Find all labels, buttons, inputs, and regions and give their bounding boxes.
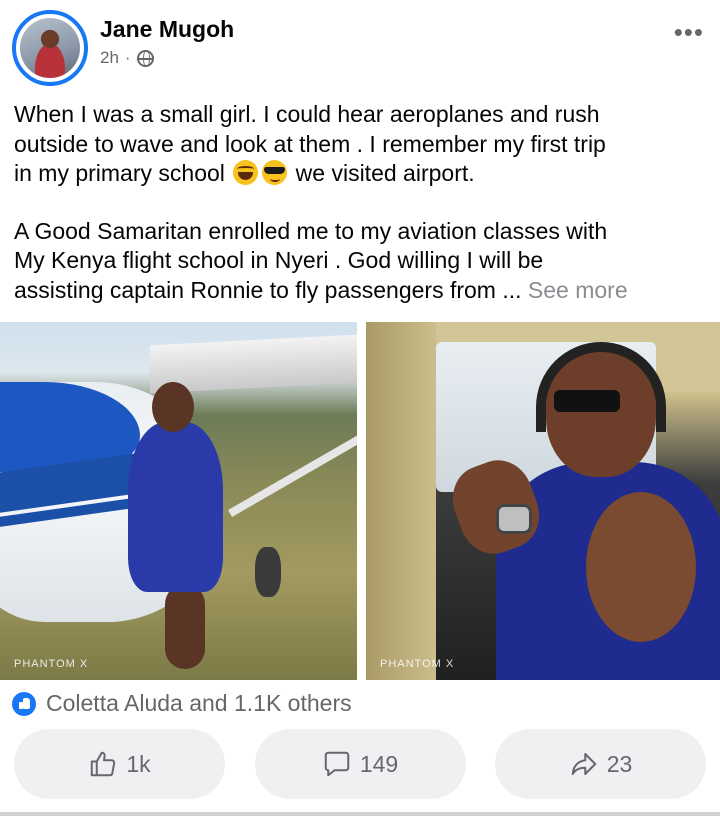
meta-separator: · bbox=[124, 48, 131, 67]
photo-watermark: PHANTOM X bbox=[380, 658, 455, 670]
post-text-fragment: we visited airport. bbox=[295, 160, 475, 186]
more-options-button[interactable]: ••• bbox=[674, 19, 704, 45]
laughing-emoji-icon bbox=[233, 160, 259, 185]
photo-pilot-in-cockpit[interactable]: PHANTOM X bbox=[366, 322, 720, 680]
reaction-summary-text: Coletta Aluda and 1.1K others bbox=[46, 690, 352, 716]
share-count: 23 bbox=[606, 750, 633, 777]
sunglasses-emoji-icon bbox=[262, 160, 288, 185]
author-avatar[interactable] bbox=[12, 10, 88, 86]
globe-icon bbox=[136, 49, 154, 67]
like-button[interactable]: 1k bbox=[14, 729, 225, 799]
post-text-line: My Kenya flight school in Nyeri . God wi… bbox=[14, 247, 544, 273]
like-count: 1k bbox=[126, 750, 151, 777]
comment-icon bbox=[324, 751, 350, 777]
post-text-line: outside to wave and look at them . I rem… bbox=[14, 130, 606, 157]
post-text-fragment: in my primary school bbox=[14, 160, 225, 186]
post-text-line: in my primary school we visited airport. bbox=[14, 159, 710, 189]
author-name[interactable]: Jane Mugoh bbox=[100, 16, 234, 43]
share-button[interactable]: 23 bbox=[495, 729, 706, 799]
divider bbox=[0, 812, 720, 816]
share-icon bbox=[571, 753, 596, 775]
post-body: When I was a small girl. I could hear ae… bbox=[14, 100, 710, 305]
see-more-link[interactable]: See more bbox=[528, 277, 628, 303]
thumbs-up-icon bbox=[91, 751, 116, 777]
post-meta: 2h · bbox=[100, 48, 154, 68]
comment-count: 149 bbox=[359, 750, 399, 777]
like-icon bbox=[12, 691, 36, 716]
photo-watermark: PHANTOM X bbox=[14, 658, 89, 670]
post-header: Jane Mugoh 2h · ••• bbox=[0, 0, 720, 90]
post-text-line: assisting captain Ronnie to fly passenge… bbox=[14, 276, 710, 306]
post-time[interactable]: 2h bbox=[100, 48, 119, 68]
avatar-image bbox=[20, 18, 80, 78]
reaction-summary[interactable]: Coletta Aluda and 1.1K others bbox=[12, 690, 352, 717]
post-actions: 1k 149 23 bbox=[14, 729, 706, 799]
comment-button[interactable]: 149 bbox=[254, 729, 466, 799]
photo-grid: PHANTOM X PHANTOM X bbox=[0, 322, 720, 680]
post-text-line: A Good Samaritan enrolled me to my aviat… bbox=[14, 217, 608, 244]
post-text-fragment: assisting captain Ronnie to fly passenge… bbox=[14, 276, 522, 303]
post-text-line: When I was a small girl. I could hear ae… bbox=[14, 101, 600, 127]
photo-woman-by-plane[interactable]: PHANTOM X bbox=[0, 322, 357, 680]
